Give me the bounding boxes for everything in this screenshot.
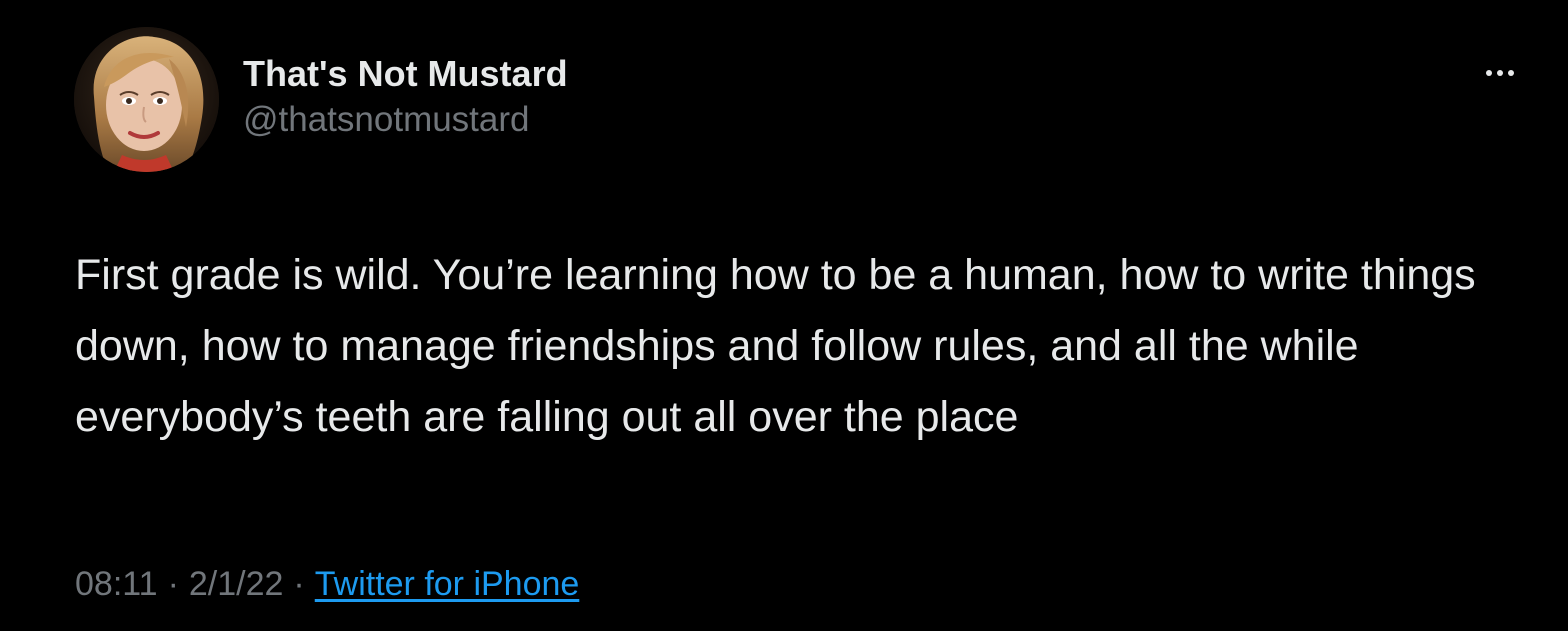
tweet-meta: 08:11 · 2/1/22 · Twitter for iPhone: [75, 560, 579, 608]
tweet-time[interactable]: 08:11: [75, 565, 158, 603]
tweet-date[interactable]: 2/1/22: [189, 565, 284, 603]
avatar[interactable]: [74, 27, 219, 172]
meta-separator: ·: [167, 565, 179, 603]
meta-separator: ·: [293, 565, 305, 603]
author-handle[interactable]: @thatsnotmustard: [243, 100, 568, 140]
tweet-author: That's Not Mustard @thatsnotmustard: [243, 54, 568, 140]
tweet-text: First grade is wild. You’re learning how…: [75, 251, 1476, 441]
more-options-icon: [1486, 70, 1514, 76]
tweet-card: That's Not Mustard @thatsnotmustard Firs…: [0, 0, 1568, 631]
author-display-name[interactable]: That's Not Mustard: [243, 54, 568, 94]
avatar-photo: [74, 27, 219, 172]
more-options-button[interactable]: [1480, 62, 1520, 84]
tweet-source-link[interactable]: Twitter for iPhone: [315, 565, 580, 603]
